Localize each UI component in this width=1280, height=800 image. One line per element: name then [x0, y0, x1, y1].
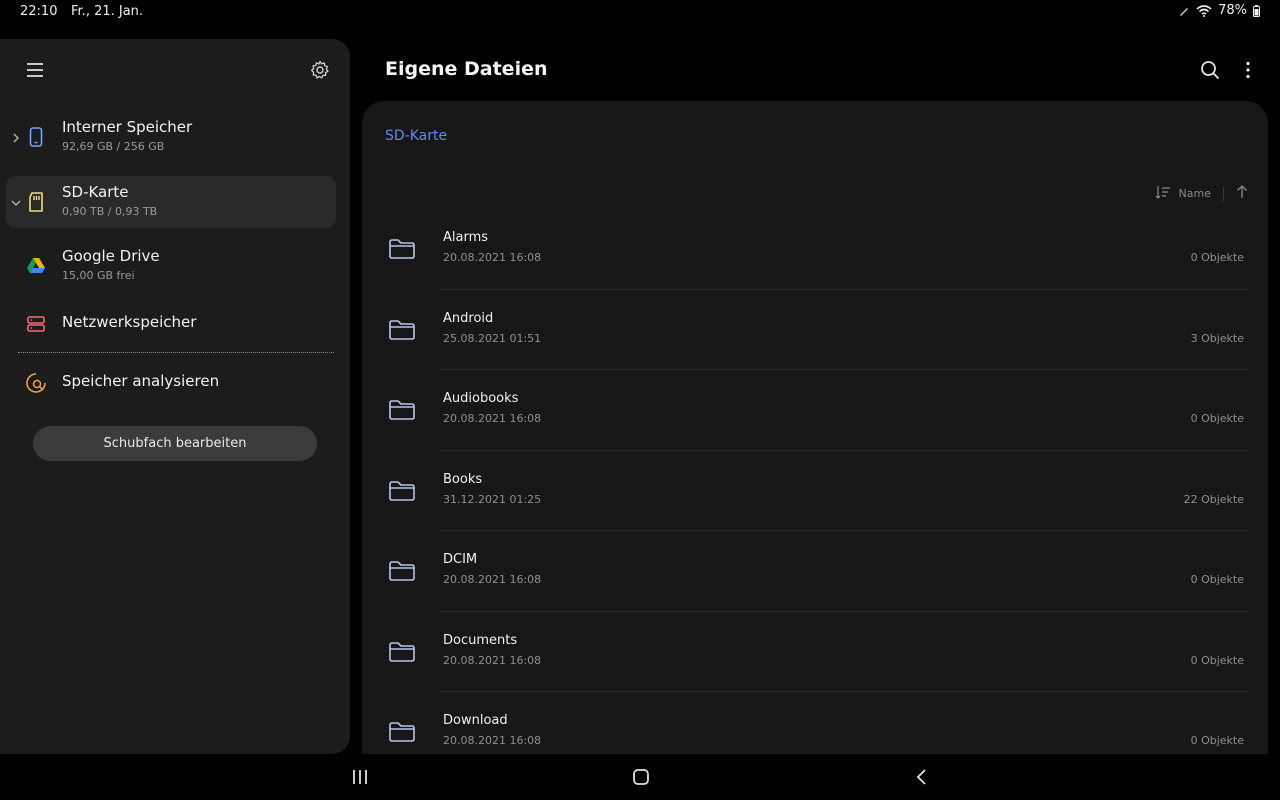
edit-drawer-button[interactable]: Schubfach bearbeiten: [33, 426, 317, 461]
sort-control[interactable]: Name: [1155, 185, 1248, 202]
folder-icon: [388, 559, 416, 583]
breadcrumb[interactable]: SD-Karte: [385, 128, 447, 144]
folder-icon: [388, 237, 416, 261]
item-count: 0 Objekte: [1190, 734, 1244, 747]
file-date: 20.08.2021 16:08: [443, 251, 542, 264]
folder-icon: [388, 720, 416, 744]
phone-icon: [24, 125, 48, 149]
sidebar-item-network-storage[interactable]: Netzwerkspeicher: [6, 298, 336, 350]
chevron-down-icon[interactable]: [10, 194, 22, 206]
file-date: 20.08.2021 16:08: [443, 573, 542, 586]
status-icons: 78%: [1178, 3, 1260, 18]
wifi-icon: [1196, 4, 1212, 17]
list-item[interactable]: Audiobooks 20.08.2021 16:08 0 Objekte: [362, 370, 1268, 451]
arrow-up-icon[interactable]: [1236, 185, 1248, 202]
file-name: DCIM: [443, 552, 478, 567]
search-icon[interactable]: [1199, 59, 1221, 81]
home-icon[interactable]: [630, 766, 652, 788]
file-date: 20.08.2021 16:08: [443, 653, 542, 667]
file-name: Documents: [443, 632, 518, 648]
file-date: 20.08.2021 16:08: [443, 412, 542, 425]
recent-apps-icon[interactable]: [349, 766, 371, 788]
sidebar-item-sublabel: 15,00 GB frei: [62, 269, 135, 282]
menu-icon[interactable]: [24, 59, 46, 81]
item-count: 0 Objekte: [1190, 251, 1244, 264]
list-item[interactable]: Download 20.08.2021 16:08 0 Objekte: [362, 692, 1268, 754]
gear-icon[interactable]: [309, 59, 331, 81]
navigation-bar: [0, 754, 1280, 800]
file-name: Download: [443, 713, 508, 728]
network-storage-icon: [24, 312, 48, 336]
folder-icon: [388, 318, 416, 342]
sidebar-item-analyze-storage[interactable]: Speicher analysieren: [6, 357, 336, 409]
file-date: 20.08.2021 16:08: [443, 734, 542, 747]
sd-card-icon: [24, 190, 48, 214]
file-list: Alarms 20.08.2021 16:08 0 Objekte Androi…: [362, 209, 1268, 754]
battery-icon: [1253, 4, 1260, 17]
sidebar-item-google-drive[interactable]: Google Drive 15,00 GB frei: [6, 240, 336, 292]
file-name: Alarms: [443, 230, 489, 245]
sort-separator: [1223, 186, 1224, 201]
status-date: Fr., 21. Jan.: [71, 4, 144, 19]
file-name: Android: [443, 310, 494, 326]
list-item[interactable]: Documents 20.08.2021 16:08 0 Objekte: [362, 612, 1268, 692]
page-title: Eigene Dateien: [385, 58, 548, 80]
item-count: 0 Objekte: [1190, 653, 1244, 667]
file-list-panel: SD-Karte Name Alarms 20.08.2021 16:08 0 …: [362, 101, 1268, 754]
sidebar-item-label: Netzwerkspeicher: [62, 313, 197, 331]
battery-level: 78%: [1218, 3, 1247, 18]
file-name: Audiobooks: [443, 391, 519, 406]
chevron-right-icon[interactable]: [10, 129, 22, 143]
storage-analysis-icon: [24, 371, 48, 395]
sidebar-item-internal-storage[interactable]: Interner Speicher 92,69 GB / 256 GB: [6, 111, 336, 163]
sort-icon[interactable]: [1155, 185, 1171, 202]
google-drive-icon: [24, 254, 48, 278]
sidebar-item-label: SD-Karte: [62, 183, 129, 201]
status-bar: 22:10 Fr., 21. Jan. 78%: [0, 0, 1280, 26]
list-item[interactable]: Android 25.08.2021 01:51 3 Objekte: [362, 290, 1268, 370]
folder-icon: [388, 479, 416, 503]
sidebar-item-label: Google Drive: [62, 247, 160, 265]
folder-icon: [388, 398, 416, 422]
sidebar-item-sublabel: 0,90 TB / 0,93 TB: [62, 205, 158, 218]
folder-icon: [388, 640, 416, 664]
list-item[interactable]: Alarms 20.08.2021 16:08 0 Objekte: [362, 209, 1268, 290]
item-count: 3 Objekte: [1190, 331, 1244, 345]
item-count: 0 Objekte: [1190, 412, 1244, 425]
file-name: Books: [443, 471, 483, 487]
sidebar-item-label: Speicher analysieren: [62, 372, 220, 390]
sidebar-divider: [18, 352, 334, 353]
sidebar: Interner Speicher 92,69 GB / 256 GB SD-K…: [0, 39, 350, 754]
item-count: 0 Objekte: [1190, 573, 1244, 586]
pen-icon: [1178, 5, 1190, 17]
list-item[interactable]: Books 31.12.2021 01:25 22 Objekte: [362, 451, 1268, 531]
sidebar-item-sublabel: 92,69 GB / 256 GB: [62, 140, 165, 153]
back-icon[interactable]: [911, 766, 933, 788]
item-count: 22 Objekte: [1183, 492, 1244, 506]
file-date: 31.12.2021 01:25: [443, 492, 542, 506]
list-item[interactable]: DCIM 20.08.2021 16:08 0 Objekte: [362, 531, 1268, 612]
status-time: 22:10: [20, 4, 58, 19]
file-date: 25.08.2021 01:51: [443, 331, 542, 345]
sort-label[interactable]: Name: [1179, 187, 1211, 200]
sidebar-item-label: Interner Speicher: [62, 118, 193, 136]
sidebar-item-sd-card[interactable]: SD-Karte 0,90 TB / 0,93 TB: [6, 176, 336, 228]
more-options-icon[interactable]: [1240, 59, 1256, 81]
